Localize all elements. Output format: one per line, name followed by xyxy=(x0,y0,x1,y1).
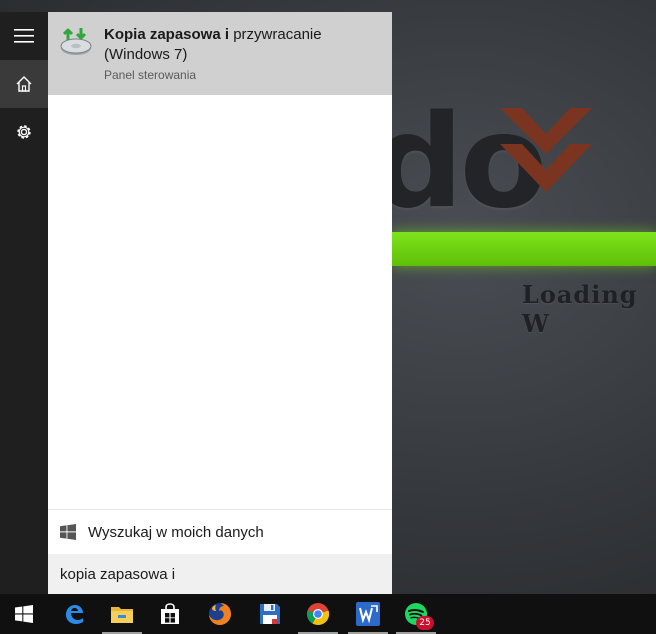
search-my-stuff-button[interactable]: Wyszukaj w moich danych xyxy=(48,509,392,554)
result-subtitle: Panel sterowania xyxy=(104,68,197,82)
home-button[interactable] xyxy=(0,60,48,108)
taskbar-wps-writer[interactable] xyxy=(344,594,392,634)
spotify-notification-badge: 25 xyxy=(416,616,434,630)
result-title: Kopia zapasowa i przywracanie (Windows 7… xyxy=(104,25,364,65)
taskbar-edge[interactable] xyxy=(50,594,98,634)
taskbar-firefox[interactable] xyxy=(196,594,244,634)
taskbar-chrome[interactable] xyxy=(294,594,342,634)
windows-logo-icon xyxy=(60,524,76,540)
floppy-save-icon xyxy=(260,604,280,624)
windows-start-icon xyxy=(15,605,33,623)
start-button[interactable] xyxy=(0,594,48,634)
wallpaper-loading-bar xyxy=(392,232,656,266)
search-results-panel: Kopia zapasowa i przywracanie (Windows 7… xyxy=(48,12,392,594)
taskbar: 25 xyxy=(0,594,656,634)
hamburger-menu-button[interactable] xyxy=(0,12,48,60)
wallpaper-loading-text: Loading W xyxy=(522,280,638,338)
backup-restore-icon xyxy=(60,28,92,55)
wps-writer-icon xyxy=(356,602,380,626)
taskbar-file-explorer[interactable] xyxy=(98,594,146,634)
hamburger-menu-icon xyxy=(14,29,34,43)
firefox-icon xyxy=(209,603,231,625)
wallpaper-chevron-logo xyxy=(500,108,592,192)
taskbar-store[interactable] xyxy=(146,594,194,634)
search-box xyxy=(48,554,392,594)
taskbar-spotify[interactable]: 25 xyxy=(392,594,440,634)
chrome-icon xyxy=(306,603,330,626)
file-explorer-icon xyxy=(111,607,133,623)
start-left-rail xyxy=(0,12,48,594)
best-match-result[interactable]: Kopia zapasowa i przywracanie (Windows 7… xyxy=(48,12,392,95)
settings-gear-icon xyxy=(17,125,31,139)
search-my-stuff-label: Wyszukaj w moich danych xyxy=(88,523,264,541)
edge-browser-icon xyxy=(66,605,83,624)
result-title-match: Kopia zapasowa i xyxy=(104,26,230,43)
store-icon xyxy=(161,603,179,624)
search-input[interactable] xyxy=(60,565,380,583)
settings-button[interactable] xyxy=(0,108,48,156)
taskbar-save-app[interactable] xyxy=(246,594,294,634)
home-icon xyxy=(16,76,32,92)
